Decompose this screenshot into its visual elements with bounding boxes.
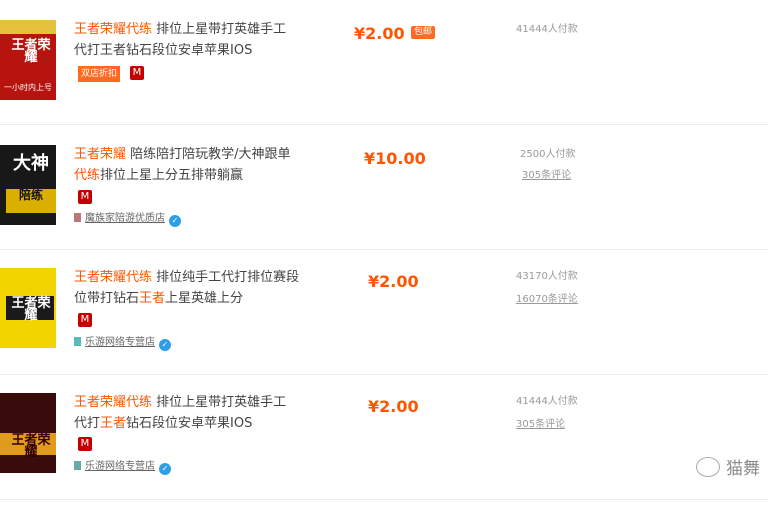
payers-count: 2500人付款	[520, 149, 576, 160]
watermark: 猫舞	[696, 454, 768, 484]
thumbnail-caption: 一小时内上号	[4, 83, 52, 92]
tmall-icon: M	[78, 313, 92, 327]
thumbnail-subtitle: 陪练	[6, 189, 56, 213]
verified-icon: ✓	[159, 463, 171, 475]
product-thumbnail[interactable]: 大神 陪练	[0, 145, 56, 225]
payers-count: 41444人付款	[516, 396, 578, 407]
price-badge: 包邮	[411, 26, 436, 39]
price: ¥2.00	[354, 24, 405, 43]
shop-icon	[74, 337, 81, 346]
product-thumbnail[interactable]: 王者荣耀	[0, 268, 56, 348]
product-row[interactable]: 王者荣耀 王者荣耀代练 排位纯手工代打排位赛段 位带打钻石王者上星英雄上分 M …	[0, 250, 768, 375]
product-title[interactable]: 王者荣耀代练 排位上星带打英雄手工 代打王者钻石段位安卓苹果IOS	[74, 392, 314, 434]
price: ¥2.00	[368, 397, 419, 416]
search-results-list: 王者荣耀 一小时内上号 王者荣耀代练 排位上星带打英雄手工 代打王者钻石段位安卓…	[0, 0, 768, 510]
reviews-link[interactable]: 305条评论	[516, 415, 565, 430]
thumbnail-title: 大神	[13, 153, 49, 174]
price: ¥2.00	[368, 272, 419, 291]
reviews-link[interactable]: 305条评论	[522, 166, 571, 181]
price: ¥10.00	[364, 149, 426, 168]
product-row[interactable]: 王者荣耀 一小时内上号 王者荣耀代练 排位上星带打英雄手工 代打王者钻石段位安卓…	[0, 0, 768, 125]
verified-icon: ✓	[169, 215, 181, 227]
shop-link[interactable]: 乐游网络专营店 ✓	[74, 336, 171, 351]
tmall-icon: M	[130, 66, 144, 80]
shop-link[interactable]: 魔族家陪游优质店 ✓	[74, 212, 181, 227]
product-row[interactable]: 大神 陪练 王者荣耀 陪练陪打陪玩教学/大神跟单 代练排位上星上分五排带躺赢 M…	[0, 125, 768, 250]
wechat-icon	[696, 457, 720, 477]
tmall-icon: M	[78, 190, 92, 204]
shop-link[interactable]: 乐游网络专营店 ✓	[74, 460, 171, 475]
product-title[interactable]: 王者荣耀代练 排位纯手工代打排位赛段 位带打钻石王者上星英雄上分	[74, 267, 314, 309]
product-thumbnail[interactable]: 王者荣耀 一小时内上号	[0, 20, 56, 100]
product-thumbnail[interactable]: 王者荣耀	[0, 393, 56, 473]
tmall-icon: M	[78, 437, 92, 451]
thumbnail-title: 王者荣耀	[11, 38, 51, 65]
shop-icon	[74, 213, 81, 222]
shop-icon	[74, 461, 81, 470]
product-title[interactable]: 王者荣耀代练 排位上星带打英雄手工 代打王者钻石段位安卓苹果IOS	[74, 19, 314, 61]
thumbnail-title: 王者荣耀	[11, 296, 51, 323]
reviews-link[interactable]: 16070条评论	[516, 290, 578, 305]
product-title[interactable]: 王者荣耀 陪练陪打陪玩教学/大神跟单 代练排位上星上分五排带躺赢	[74, 144, 314, 186]
payers-count: 41444人付款	[516, 24, 578, 35]
discount-tag: 双店折扣	[78, 66, 121, 82]
payers-count: 43170人付款	[516, 271, 578, 282]
product-row[interactable]: 王者荣耀 王者荣耀代练 排位上星带打英雄手工 代打王者钻石段位安卓苹果IOS M…	[0, 375, 768, 500]
thumbnail-title: 王者荣耀	[11, 433, 51, 460]
verified-icon: ✓	[159, 339, 171, 351]
